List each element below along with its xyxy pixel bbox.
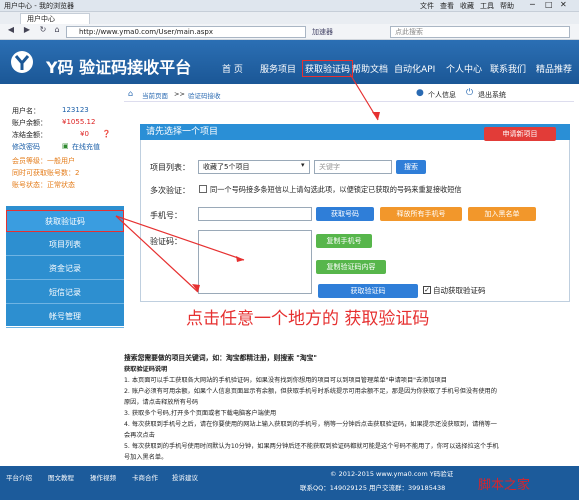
instructions-line: 4. 每次获取到手机号之后，请在你要使用的网站上输入获取到的手机号，稍等一分钟后… <box>124 421 497 428</box>
watermark-text: 脚本之家 <box>478 478 531 493</box>
instructions-line: 会再次点击 <box>124 432 155 439</box>
site-footer: 平台介绍 图文教程 操作视频 卡商合作 投诉建议 © 2012-2015 www… <box>0 466 579 500</box>
instructions-line: 2. 账户必须有可用余额，如果个人信息页面显示有余额，但获取手机号时系统提示可用… <box>124 388 497 395</box>
footer-contact: 联系QQ：149029125 用户交流群：399185438 <box>300 484 446 492</box>
instructions-line: 3. 获取多个号码,打开多个页面或者下载电脑客户端使用 <box>124 410 277 417</box>
instructions-line: 原因，请点击释放所有号码 <box>124 399 199 406</box>
instructions-title: 获取验证码说明 <box>124 366 168 373</box>
instructions: 搜索您需要做的项目关键词，如：淘宝都精注册，则搜索 "淘宝" 获取验证码说明 1… <box>120 350 574 462</box>
footer-link-video[interactable]: 操作视频 <box>90 472 116 482</box>
instructions-line: 号加入黑名单。 <box>124 454 168 461</box>
footer-link-about[interactable]: 平台介绍 <box>6 472 32 482</box>
instructions-line: 5. 每次获取到的手机号使用时间默认为10分钟，如果两分钟后还不能获取到验证码都… <box>124 443 499 450</box>
footer-link-feedback[interactable]: 投诉建议 <box>172 472 198 482</box>
footer-link-tutorial[interactable]: 图文教程 <box>48 472 74 482</box>
footer-copyright: © 2012-2015 www.yma0.com Y码验证 <box>330 470 454 478</box>
instructions-line: 1. 本页面可以手工获取各大网站的手机验证码，如果没有找到你想用的项目可以到项目… <box>124 377 447 384</box>
footer-link-cooperation[interactable]: 卡商合作 <box>132 472 158 482</box>
instructions-headline: 搜索您需要做的项目关键词，如：淘宝都精注册，则搜索 "淘宝" <box>124 354 317 362</box>
